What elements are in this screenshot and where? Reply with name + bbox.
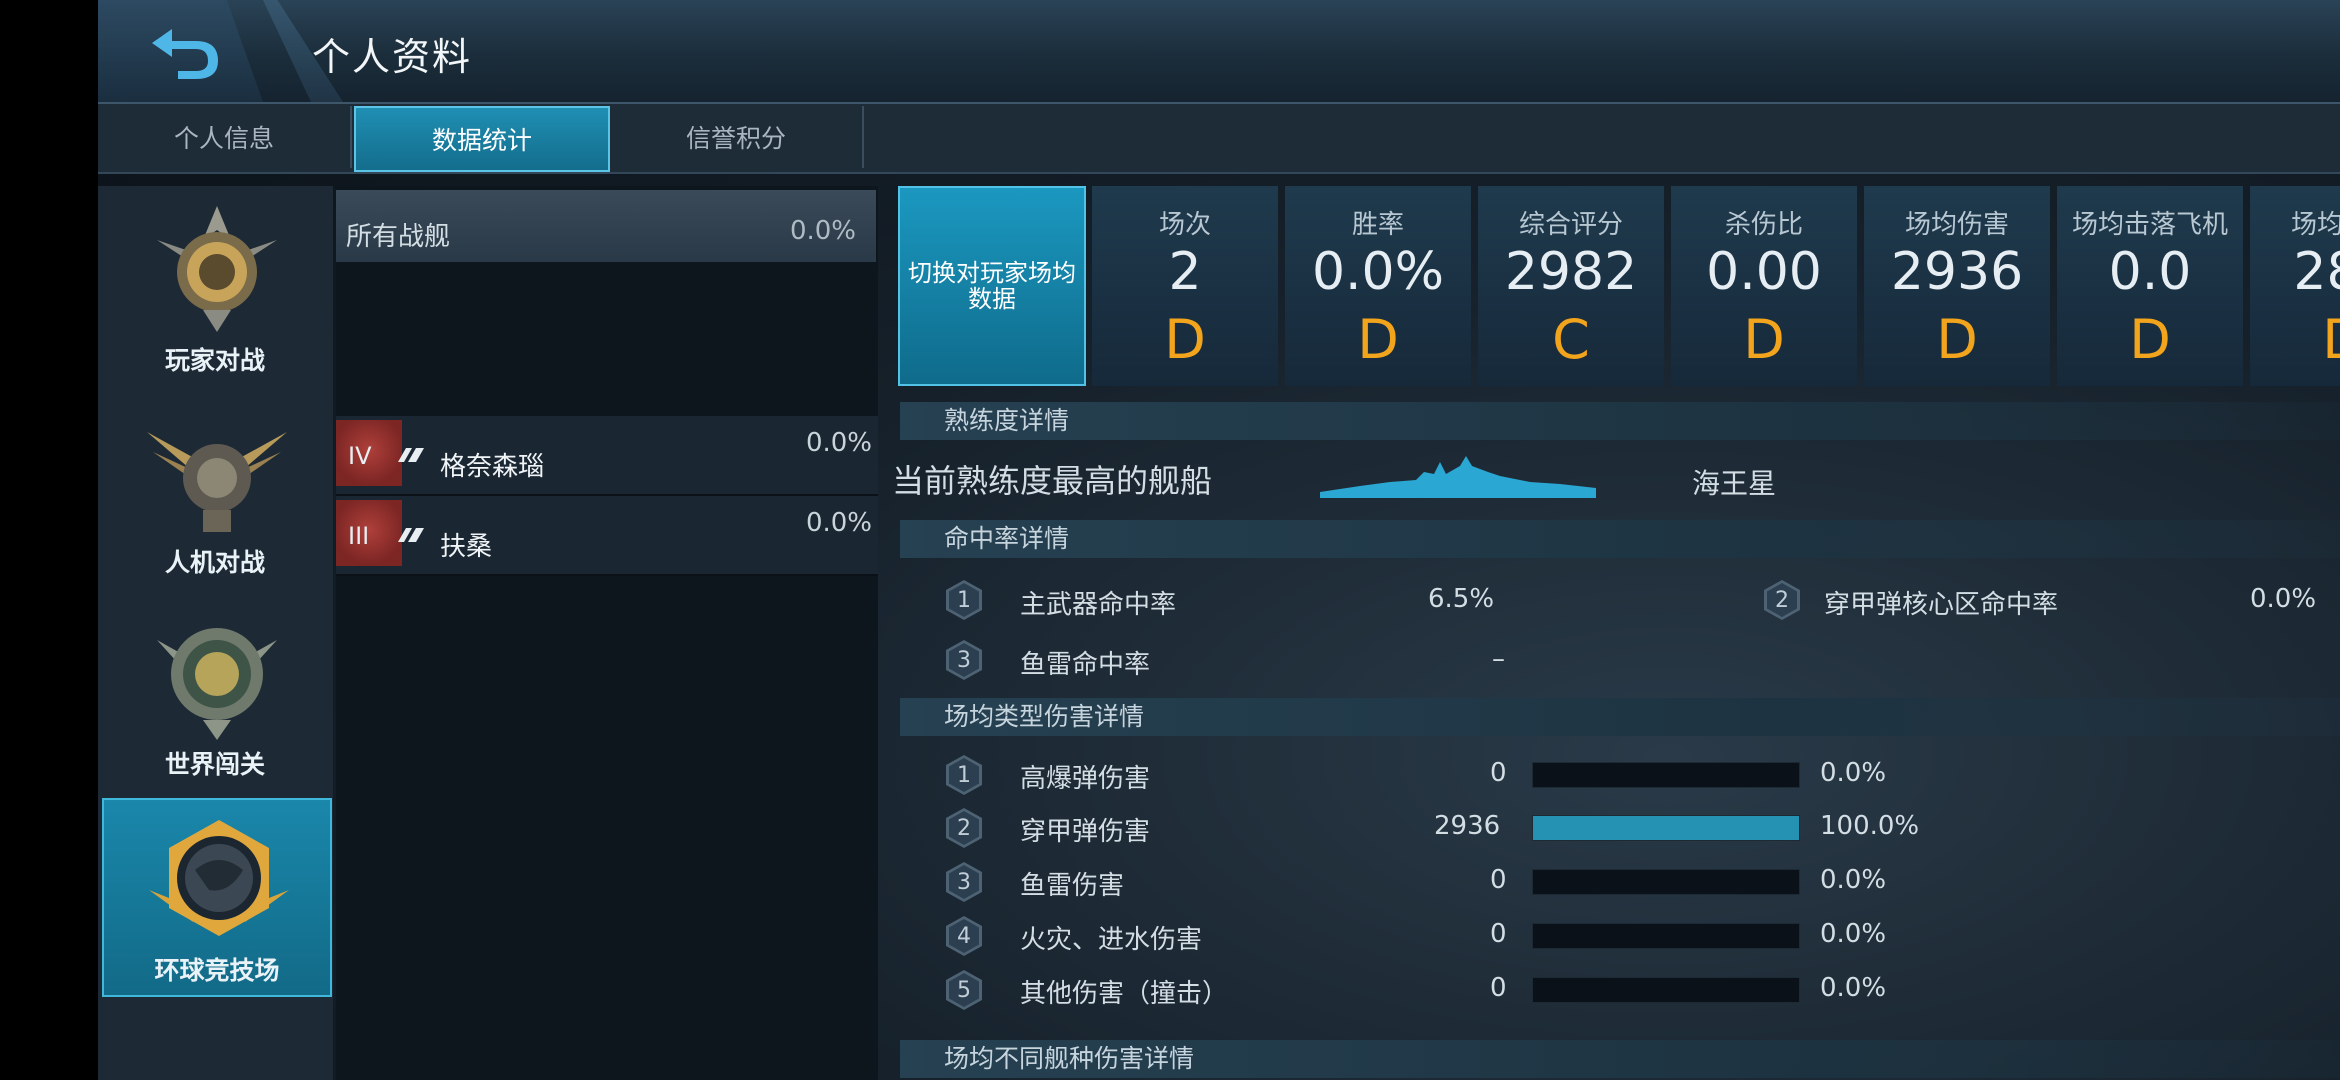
stat-value: 2	[1168, 242, 1202, 302]
stat-value: 0.0%	[1311, 242, 1445, 302]
header-bar: 个人资料	[98, 0, 2340, 104]
stat-grade: D	[1743, 308, 1785, 371]
stat-grade: D	[1936, 308, 1978, 371]
fire-flood-damage-bar	[1532, 923, 1800, 949]
world-emblem-icon	[157, 628, 277, 740]
all-ships-pct: 0.0%	[789, 216, 856, 246]
fire-flood-damage-label: 火灾、进水伤害	[1020, 925, 1203, 955]
all-ships-row[interactable]: 所有战舰 0.0%	[336, 190, 876, 262]
stat-label: 场次	[1158, 210, 1211, 240]
mode-pvp-label: 玩家对战	[164, 346, 265, 375]
app-root: 个人资料 个人信息 数据统计 信誉积分 玩家对战 人机对战 世界闯关 环球竞技场…	[98, 0, 2340, 1080]
damage-type-heading: 场均类型伤害详情	[900, 698, 2340, 736]
mode-pve-label: 人机对战	[164, 548, 265, 577]
bar-fill	[1533, 816, 1799, 840]
ap-citadel-hit-value: 0.0%	[2250, 584, 2317, 614]
torpedo-hit-value: –	[1492, 644, 1505, 674]
pve-emblem-icon	[147, 432, 287, 532]
mode-world-label: 世界闯关	[164, 750, 265, 779]
stat-card-win-rate: 胜率 0.0% D	[1285, 186, 1471, 386]
he-damage-pct: 0.0%	[1820, 758, 1887, 788]
ship-silhouette-icon	[1320, 456, 1596, 498]
stat-card-overall-score: 综合评分 2982 C	[1478, 186, 1664, 386]
stat-grade: D	[1357, 308, 1399, 371]
ap-damage-pct: 100.0%	[1820, 811, 1920, 841]
he-damage-value: 0	[1490, 758, 1507, 788]
torpedo-damage-bar	[1532, 869, 1800, 895]
stat-grade: D	[2129, 308, 2171, 371]
back-arrow-icon	[151, 29, 218, 79]
other-damage-pct: 0.0%	[1820, 973, 1887, 1003]
ship-row[interactable]: III 扶桑 0.0%	[336, 496, 878, 576]
stat-value: 2982	[1504, 242, 1638, 302]
torpedo-damage-pct: 0.0%	[1820, 865, 1887, 895]
ship-list-panel: 所有战舰 0.0% IV 格奈森瑙 0.0% III 扶桑 0.0%	[336, 186, 878, 1080]
tab-bar: 个人信息 数据统计 信誉积分	[98, 104, 2340, 174]
tab-personal-info[interactable]: 个人信息	[98, 106, 352, 168]
fire-flood-damage-value: 0	[1490, 919, 1507, 949]
page-title: 个人资料	[312, 35, 473, 79]
other-damage-label: 其他伤害（撞击）	[1020, 979, 1229, 1009]
stat-grade: D	[2250, 308, 2340, 371]
fire-flood-damage-pct: 0.0%	[1820, 919, 1887, 949]
stat-label: 场均击落飞机	[2071, 210, 2228, 240]
stat-card-avg-damage: 场均伤害 2936 D	[1864, 186, 2050, 386]
ship-name: 格奈森瑙	[440, 452, 545, 482]
arena-emblem-icon	[149, 820, 289, 936]
ap-damage-label: 穿甲弹伤害	[1020, 817, 1151, 847]
stat-card-avg-planes: 场均击落飞机 0.0 D	[2057, 186, 2243, 386]
tab-data-statistics[interactable]: 数据统计	[354, 106, 610, 172]
top-proficiency-label: 当前熟练度最高的舰船	[892, 462, 1213, 500]
ship-tier: IV	[348, 442, 372, 470]
battleship-type-icon	[398, 528, 424, 542]
all-ships-label: 所有战舰	[346, 222, 451, 252]
tab-credit-score[interactable]: 信誉积分	[610, 106, 864, 168]
ship-row[interactable]: IV 格奈森瑙 0.0%	[336, 416, 878, 496]
stat-value: 0.00	[1706, 242, 1822, 302]
ship-name: 扶桑	[440, 532, 493, 562]
stat-card-matches: 场次 2 D	[1092, 186, 1278, 386]
he-damage-label: 高爆弹伤害	[1020, 764, 1151, 794]
stat-card-avg-exp: 场均经验 288 D	[2250, 186, 2340, 386]
hit-rate-heading: 命中率详情	[900, 520, 2340, 558]
stat-card-kd-ratio: 杀伤比 0.00 D	[1671, 186, 1857, 386]
mode-arena-label: 环球竞技场	[154, 956, 280, 985]
stat-label: 胜率	[1351, 210, 1404, 240]
ship-class-damage-heading: 场均不同舰种伤害详情	[900, 1040, 2340, 1078]
he-damage-bar	[1532, 762, 1800, 788]
mode-world-challenge[interactable]: 世界闯关	[102, 594, 328, 789]
stat-grade: D	[1164, 308, 1206, 371]
main-weapon-hit-value: 6.5%	[1428, 584, 1495, 614]
other-damage-bar	[1532, 977, 1800, 1003]
pvp-emblem-icon	[157, 206, 277, 332]
stat-label: 综合评分	[1518, 210, 1623, 240]
mode-sidebar: 玩家对战 人机对战 世界闯关 环球竞技场	[98, 186, 333, 1080]
ship-tier: III	[348, 522, 370, 550]
torpedo-damage-label: 鱼雷伤害	[1020, 871, 1125, 901]
torpedo-hit-label: 鱼雷命中率	[1020, 650, 1151, 680]
stat-grade: C	[1552, 308, 1590, 371]
other-damage-value: 0	[1490, 973, 1507, 1003]
back-button[interactable]	[98, 0, 263, 102]
stat-label: 场均经验	[2290, 210, 2340, 240]
proficiency-heading: 熟练度详情	[900, 402, 2340, 440]
top-proficiency-ship: 海王星	[1692, 467, 1777, 500]
ap-damage-bar	[1532, 815, 1800, 841]
ap-damage-value: 2936	[1434, 811, 1501, 841]
battleship-type-icon	[398, 448, 424, 462]
stat-value: 2936	[1890, 242, 2024, 302]
mode-pve[interactable]: 人机对战	[102, 392, 328, 587]
stat-label: 场均伤害	[1904, 210, 2009, 240]
torpedo-damage-value: 0	[1490, 865, 1507, 895]
mode-pvp[interactable]: 玩家对战	[102, 190, 328, 385]
ship-pct: 0.0%	[805, 428, 872, 458]
switch-average-data-button[interactable]: 切换对玩家场均数据	[898, 186, 1086, 386]
stat-label: 杀伤比	[1724, 210, 1803, 240]
stat-value: 288	[2293, 242, 2340, 302]
main-weapon-hit-label: 主武器命中率	[1020, 590, 1177, 620]
mode-global-arena[interactable]: 环球竞技场	[102, 798, 332, 997]
stat-value: 0.0	[2108, 242, 2192, 302]
ap-citadel-hit-label: 穿甲弹核心区命中率	[1824, 590, 2059, 620]
ship-pct: 0.0%	[805, 508, 872, 538]
